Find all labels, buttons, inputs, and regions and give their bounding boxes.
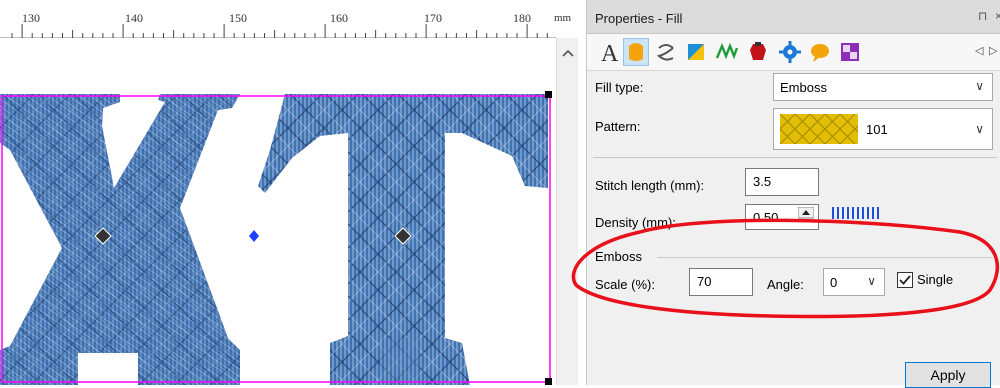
fill-type-dropdown[interactable]: Emboss ∨: [773, 73, 993, 101]
vertical-scrollbar[interactable]: [556, 38, 578, 385]
letter-x[interactable]: [0, 94, 240, 385]
horizontal-ruler: 130 140 150 160 170 180: [0, 0, 556, 38]
ruler-label-180: 180: [513, 11, 531, 25]
pattern-swatch: [780, 114, 858, 144]
pattern-icon[interactable]: [837, 38, 863, 66]
pattern-value: 101: [866, 122, 888, 137]
ruler-label-130: 130: [22, 11, 40, 25]
scroll-up-icon[interactable]: [557, 44, 578, 64]
ruler-label-170: 170: [424, 11, 442, 25]
panel-title-bar: Properties - Fill ⊓ ×: [587, 0, 1000, 34]
embroidery-design[interactable]: [0, 38, 556, 385]
outline-icon[interactable]: [653, 38, 679, 66]
ruler-label-150: 150: [229, 11, 247, 25]
scale-label: Scale (%):: [595, 277, 655, 292]
center-point-icon[interactable]: [249, 230, 259, 242]
emboss-group-label: Emboss: [595, 249, 642, 264]
pattern-label: Pattern:: [595, 119, 641, 134]
scroll-left-icon[interactable]: ◁: [975, 44, 983, 57]
pattern-dropdown[interactable]: 101 ∨: [773, 108, 993, 150]
chevron-down-icon: ∨: [867, 274, 876, 288]
close-icon[interactable]: ×: [995, 9, 1000, 23]
scroll-right-icon[interactable]: ▷: [989, 44, 997, 57]
stitch-length-input[interactable]: 3.5: [745, 168, 819, 196]
spin-up-icon[interactable]: [798, 207, 814, 219]
ruler-unit-label: mm: [554, 12, 572, 24]
fill-type-label: Fill type:: [595, 80, 644, 95]
chevron-down-icon: ∨: [975, 79, 984, 93]
ruler-ticks: 130 140 150 160 170 180: [11, 11, 548, 38]
fill-icon[interactable]: [623, 38, 649, 66]
ruler-label-160: 160: [330, 11, 348, 25]
emboss-group-line: [657, 257, 993, 258]
angle-dropdown[interactable]: 0 ∨: [823, 268, 885, 296]
checkbox-checked-icon[interactable]: [897, 272, 913, 288]
design-canvas[interactable]: 130 140 150 160 170 180 mm: [0, 0, 578, 385]
fill-type-value: Emboss: [780, 80, 827, 95]
tooltip-icon[interactable]: [807, 38, 833, 66]
settings-icon[interactable]: [777, 38, 803, 66]
section-divider: [593, 157, 997, 158]
stitch-icon[interactable]: [714, 38, 740, 66]
selection-handle[interactable]: [545, 378, 552, 385]
color-icon[interactable]: [683, 38, 709, 66]
chevron-down-icon: ∨: [975, 122, 984, 136]
properties-panel: Properties - Fill ⊓ × A ◁ ▷ Fill type: E…: [586, 0, 1000, 388]
text-icon[interactable]: A: [597, 38, 623, 67]
ruler-label-140: 140: [125, 11, 143, 25]
applique-icon[interactable]: [745, 38, 771, 66]
density-preview: [832, 207, 879, 219]
single-label: Single: [917, 272, 954, 287]
property-toolbar: A ◁ ▷: [587, 34, 1000, 71]
angle-label: Angle:: [767, 277, 804, 292]
pin-icon[interactable]: ⊓: [978, 9, 987, 23]
density-label: Density (mm):: [595, 215, 676, 230]
selection-handle[interactable]: [545, 91, 552, 98]
stitch-length-label: Stitch length (mm):: [595, 178, 705, 193]
scale-input[interactable]: 70: [689, 268, 753, 296]
apply-button[interactable]: Apply: [905, 362, 991, 388]
single-checkbox[interactable]: Single: [897, 271, 987, 291]
panel-title: Properties - Fill: [595, 11, 683, 26]
svg-text:A: A: [601, 41, 619, 66]
density-input[interactable]: 0.50: [745, 204, 819, 230]
